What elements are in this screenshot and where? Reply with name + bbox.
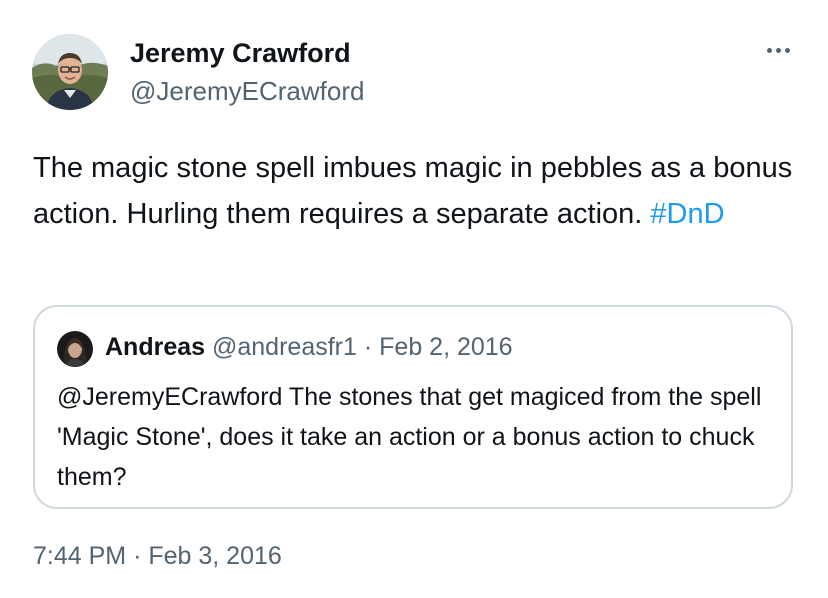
tweet-text: The magic stone spell imbues magic in pe… [33,145,803,237]
author-handle[interactable]: @JeremyECrawford [130,76,364,107]
hashtag-link[interactable]: #DnD [650,198,724,230]
quoted-date[interactable]: Feb 2, 2016 [379,333,512,361]
tweet-timestamp[interactable]: 7:44 PM · Feb 3, 2016 [33,542,282,571]
author-name[interactable]: Jeremy Crawford [130,38,351,69]
dot [766,47,772,53]
author-avatar[interactable] [32,34,108,110]
timestamp-time: 7:44 PM [33,542,127,570]
quoted-header: Andreas @andreasfr1 · Feb 2, 2016 [105,333,513,362]
quoted-tweet[interactable]: Andreas @andreasfr1 · Feb 2, 2016 @Jerem… [33,305,793,509]
separator-dot: · [363,333,373,361]
timestamp-date: Feb 3, 2016 [148,542,282,570]
tweet: Jeremy Crawford @JeremyECrawford The mag… [0,0,828,598]
quoted-text: @JeremyECrawford The stones that get mag… [57,383,762,491]
separator-dot: · [133,542,142,570]
dot [775,47,781,53]
quoted-author-avatar[interactable] [57,331,93,367]
more-options-icon[interactable] [758,38,798,62]
dot [784,47,790,53]
quoted-author-name[interactable]: Andreas [105,333,205,361]
quoted-author-handle[interactable]: @andreasfr1 [212,333,357,361]
